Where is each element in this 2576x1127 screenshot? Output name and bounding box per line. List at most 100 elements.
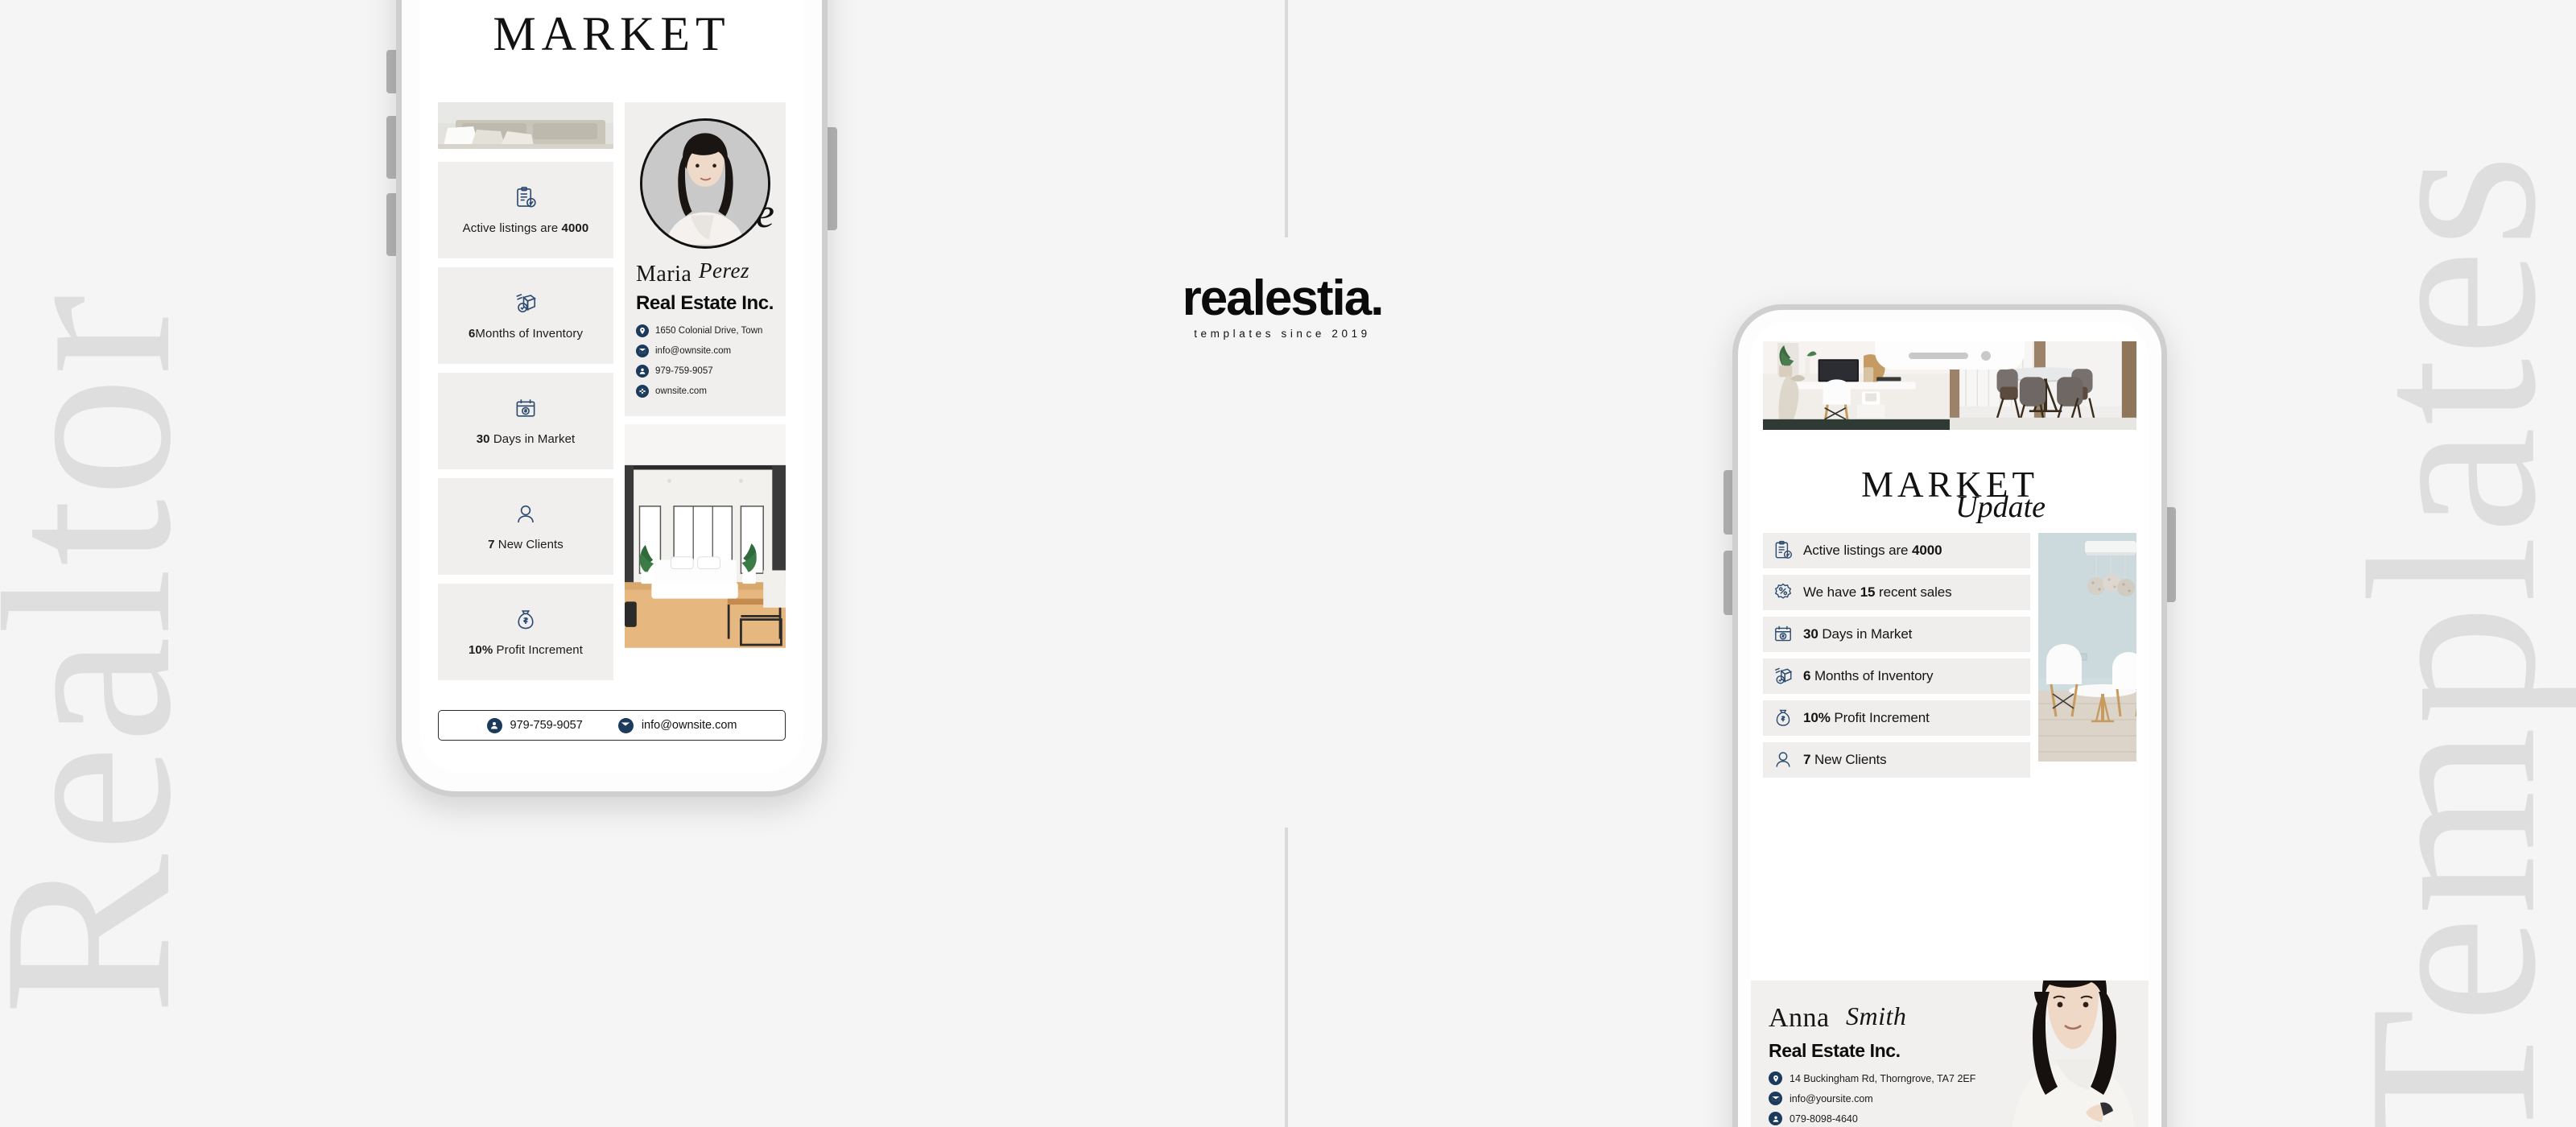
calendar-money-icon <box>1775 625 1791 642</box>
contact-text: info@yoursite.com <box>1790 1092 1873 1104</box>
left-agent-firm: Real Estate Inc. <box>636 292 774 314</box>
right-stat-card: 10% Profit Increment <box>1763 700 2030 736</box>
poster-canvas: Realtor Templates realestia. templates s… <box>0 0 2576 1127</box>
divider-rule-top <box>1285 0 1288 237</box>
right-flyer-body: Active listings are 4000 We have 15 rece… <box>1751 533 2149 784</box>
right-title-market: MARKET <box>1861 464 2038 505</box>
left-title-market: MARKET <box>493 7 731 60</box>
money-bag-icon <box>1776 709 1790 726</box>
right-stat-text-5: 7 New Clients <box>1803 752 1887 767</box>
right-stat-text-1: We have 15 recent sales <box>1803 584 1952 600</box>
clipboard-check-icon <box>1775 540 1792 559</box>
right-stat-card: 7 New Clients <box>1763 742 2030 778</box>
phone-left-screen[interactable]: MARKET Update <box>420 0 803 773</box>
background-word-templates: Templates <box>2318 152 2576 1127</box>
brand-logo: realestia. templates since 2019 <box>1162 270 1403 340</box>
user-icon <box>1776 752 1790 767</box>
left-flyer-columns: Active listings are 4000 6Months of Inve… <box>420 102 803 689</box>
left-flyer: MARKET Update <box>420 6 803 773</box>
footer-phone-text: 979-759-9057 <box>510 719 583 732</box>
brand-tagline: templates since 2019 <box>1194 327 1371 340</box>
envelope-icon <box>617 717 634 733</box>
background-word-realtor: Realtor <box>0 292 221 1016</box>
left-stat-card: 10% Profit Increment <box>438 584 613 680</box>
speaker-grill-icon <box>1909 352 1968 359</box>
contact-text: 1650 Colonial Drive, Town <box>655 326 763 336</box>
left-agent-card: Maria Perez Real Estate Inc. 1650 Coloni… <box>625 102 786 416</box>
right-agent-info: Anna Smith Real Estate Inc. 14 Buckingha… <box>1751 980 2017 1127</box>
contact-row-address[interactable]: 14 Buckingham Rd, Thorngrove, TA7 2EF <box>1769 1071 2017 1085</box>
money-bag-icon <box>518 609 534 629</box>
right-title-update: Update <box>1955 490 2046 524</box>
phone-mockup-right: MARKET Update Active listings are 4000 W… <box>1724 304 2176 1127</box>
left-agent-name: Maria Perez <box>636 258 749 287</box>
right-agent-name: Anna Smith <box>1769 1001 1907 1033</box>
contact-text: 979-759-9057 <box>655 366 713 376</box>
right-flyer-title: MARKET Update <box>1751 464 2149 524</box>
left-bedroom-photo <box>625 424 786 666</box>
left-agent-column: Maria Perez Real Estate Inc. 1650 Coloni… <box>625 102 786 689</box>
right-stat-card: 6 Months of Inventory <box>1763 658 2030 694</box>
right-agent-firm: Real Estate Inc. <box>1769 1040 1901 1061</box>
calendar-money-icon <box>516 398 535 417</box>
user-icon <box>1769 1112 1782 1125</box>
footer-email-text: info@ownsite.com <box>641 719 737 732</box>
contact-row-phone[interactable]: 979-759-9057 <box>636 365 774 378</box>
left-agent-lastname-signature: Perez <box>699 258 749 283</box>
contact-row-email[interactable]: info@ownsite.com <box>636 345 774 357</box>
contact-row-phone[interactable]: 079-8098-4640 <box>1769 1112 2017 1125</box>
right-agent-lastname-signature: Smith <box>1846 1001 1907 1030</box>
right-flyer: MARKET Update Active listings are 4000 W… <box>1751 341 2149 1127</box>
boxes-check-icon <box>1774 667 1793 684</box>
phone-left-power-button[interactable] <box>827 127 837 230</box>
phone-mockup-left: MARKET Update <box>386 0 837 797</box>
contact-row-website[interactable]: ownsite.com <box>636 385 774 398</box>
left-stats-column: Active listings are 4000 6Months of Inve… <box>438 102 613 689</box>
right-stat-text-0: Active listings are 4000 <box>1803 543 1942 558</box>
left-stat-text-1: 6Months of Inventory <box>468 326 584 341</box>
right-agent-contacts: 14 Buckingham Rd, Thorngrove, TA7 2EF in… <box>1769 1071 2017 1127</box>
right-stat-text-3: 6 Months of Inventory <box>1803 668 1934 683</box>
left-sofa-photo <box>438 102 613 149</box>
left-flyer-title: MARKET Update <box>420 6 803 237</box>
contact-row-address[interactable]: 1650 Colonial Drive, Town <box>636 324 774 337</box>
phone-right-screen[interactable]: MARKET Update Active listings are 4000 W… <box>1751 322 2149 1127</box>
front-camera-icon <box>1981 350 1991 361</box>
user-icon <box>636 365 649 378</box>
right-agent-card: Anna Smith Real Estate Inc. 14 Buckingha… <box>1751 980 2149 1127</box>
clipboard-check-icon <box>517 186 536 207</box>
contact-text: 079-8098-4640 <box>1790 1113 1858 1125</box>
user-icon <box>518 505 534 522</box>
phone-right-notch <box>1875 341 2025 369</box>
right-side-photo <box>2038 533 2136 762</box>
footer-email[interactable]: info@ownsite.com <box>617 717 737 733</box>
left-stat-card: 6Months of Inventory <box>438 267 613 364</box>
divider-rule-bottom <box>1285 828 1288 1127</box>
location-pin-icon <box>1769 1071 1782 1085</box>
brand-name: realestia. <box>1182 270 1385 326</box>
left-stat-card: 7 New Clients <box>438 478 613 575</box>
left-stat-text-0: Active listings are 4000 <box>462 221 589 235</box>
right-stat-card: We have 15 recent sales <box>1763 575 2030 610</box>
contact-text: 14 Buckingham Rd, Thorngrove, TA7 2EF <box>1790 1072 1976 1084</box>
left-stat-card: Active listings are 4000 <box>438 162 613 258</box>
right-stats-list: Active listings are 4000 We have 15 rece… <box>1763 533 2030 784</box>
left-stat-text-3: 7 New Clients <box>488 537 564 551</box>
contact-row-email[interactable]: info@yoursite.com <box>1769 1092 2017 1105</box>
percent-badge-icon <box>1774 583 1792 599</box>
footer-phone[interactable]: 979-759-9057 <box>486 717 583 733</box>
location-pin-icon <box>636 324 649 337</box>
left-agent-avatar <box>640 118 770 249</box>
user-icon <box>486 717 502 733</box>
right-stat-card: Active listings are 4000 <box>1763 533 2030 568</box>
right-stat-text-2: 30 Days in Market <box>1803 626 1913 642</box>
envelope-icon <box>1769 1092 1782 1105</box>
right-stat-card: 30 Days in Market <box>1763 617 2030 652</box>
phone-right-power-button[interactable] <box>2166 507 2176 602</box>
globe-icon <box>636 385 649 398</box>
right-stat-text-4: 10% Profit Increment <box>1803 710 1930 725</box>
left-stat-text-4: 10% Profit Increment <box>468 642 584 657</box>
boxes-check-icon <box>516 293 536 312</box>
contact-text: info@ownsite.com <box>655 346 732 356</box>
left-flyer-footer: 979-759-9057 info@ownsite.com <box>438 710 786 741</box>
